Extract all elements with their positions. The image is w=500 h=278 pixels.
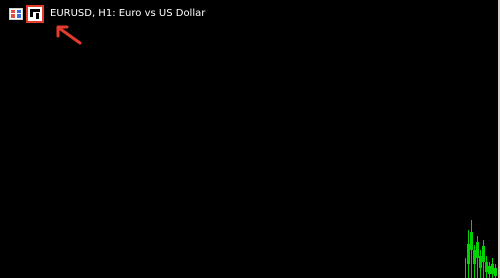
candle-body: [470, 232, 473, 250]
candle-body: [482, 246, 485, 262]
candle-body: [473, 250, 476, 264]
candle-body: [467, 244, 470, 264]
candle-body: [479, 256, 482, 268]
candle-body: [491, 264, 494, 274]
chart-window: EURUSD, H1: Euro vs US Dollar: [0, 0, 500, 278]
candle-body: [488, 266, 491, 274]
chart-canvas[interactable]: EURUSD, H1: Euro vs US Dollar: [0, 0, 498, 278]
candle-body: [476, 242, 479, 258]
candle-body: [494, 268, 497, 276]
candle-body: [485, 262, 488, 272]
price-candles: [465, 220, 497, 278]
